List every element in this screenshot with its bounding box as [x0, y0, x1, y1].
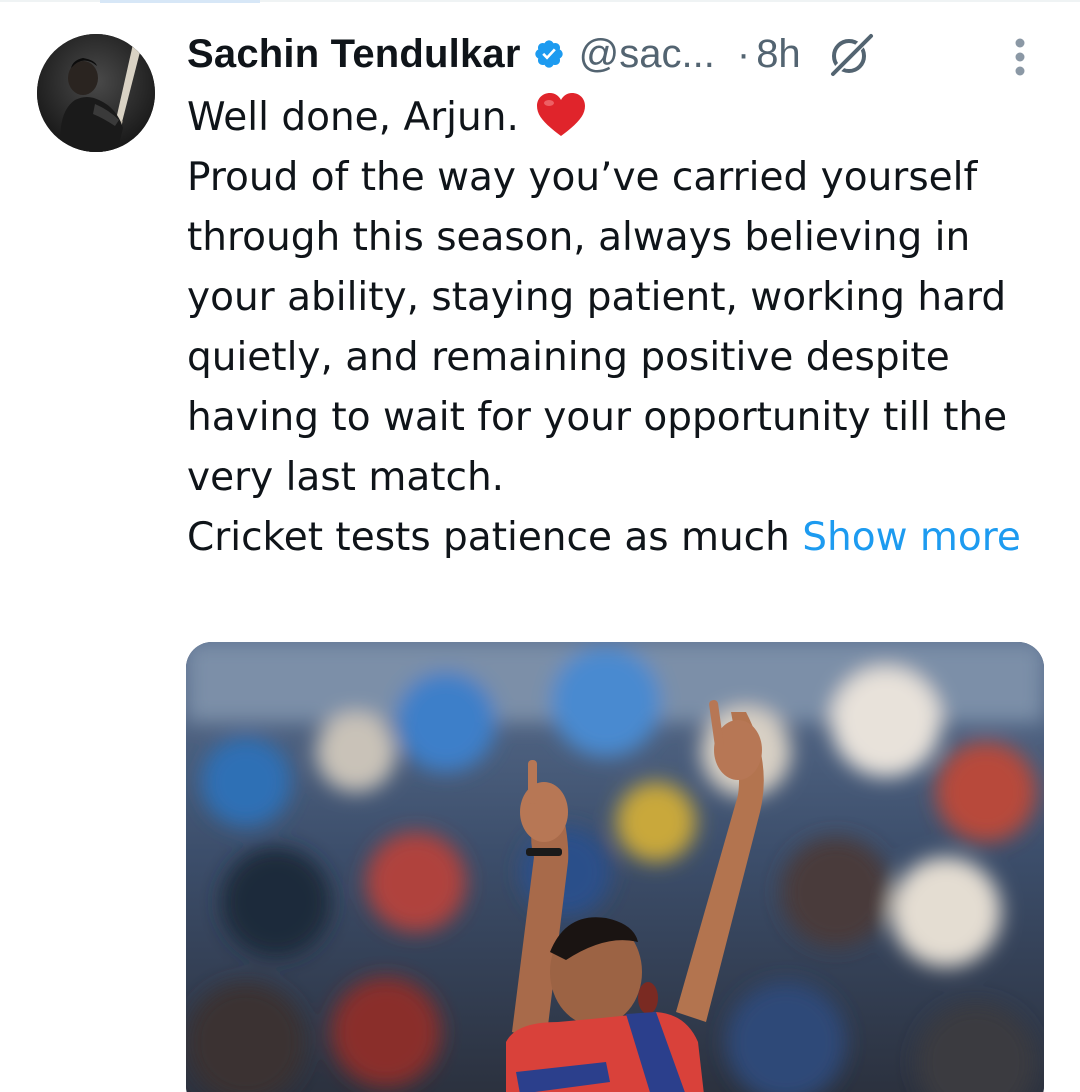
author-handle[interactable]: @sac... — [579, 32, 715, 77]
tweet-line-1-text: Well done, Arjun. — [187, 95, 519, 140]
verified-badge-icon[interactable] — [533, 38, 565, 70]
tweet-paragraph-3-text: Cricket tests patience as much — [187, 515, 790, 560]
tweet-timestamp[interactable]: 8h — [756, 32, 801, 77]
author-display-name[interactable]: Sachin Tendulkar — [187, 32, 521, 77]
tweet-line-1: Well done, Arjun. — [187, 88, 1057, 148]
more-vertical-icon[interactable] — [1002, 36, 1038, 80]
tweet-media-photo[interactable] — [186, 642, 1044, 1092]
grok-icon[interactable] — [827, 30, 875, 78]
show-more-link[interactable]: Show more — [802, 515, 1021, 560]
tweet-paragraph-3: Cricket tests patience as much Show more — [187, 508, 1057, 568]
profile-photo-icon — [37, 34, 155, 152]
tweet-paragraph-2: Proud of the way you’ve carried yourself… — [187, 155, 1008, 500]
red-heart-icon — [535, 92, 587, 138]
tweet-header: Sachin Tendulkar @sac... · 8h — [187, 24, 1057, 84]
avatar[interactable] — [37, 34, 155, 152]
tweet-text: Well done, Arjun. Proud of the way you’v… — [187, 88, 1057, 568]
cricketer-celebrating-photo — [186, 642, 1044, 1092]
separator-dot: · — [736, 31, 751, 76]
top-divider-accent — [100, 0, 260, 3]
